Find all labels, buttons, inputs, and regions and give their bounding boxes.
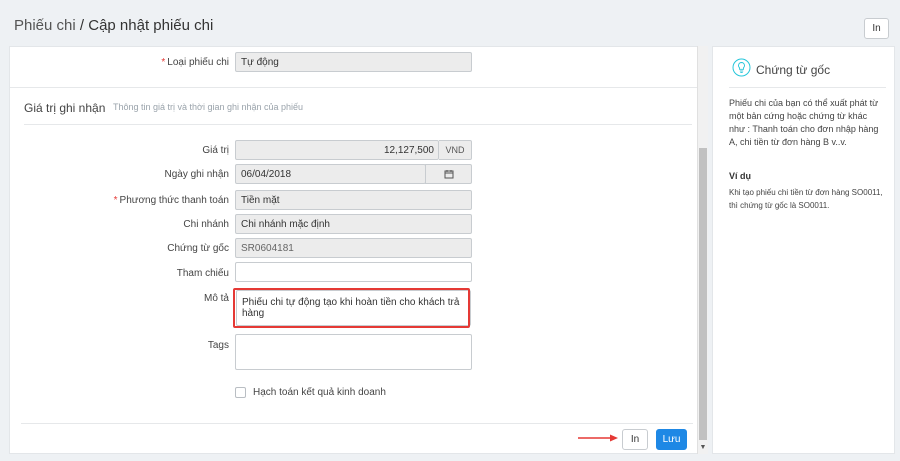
tham-chieu-input[interactable] [235,262,472,282]
arrow-right-icon [578,434,618,442]
ngay-ghi-nhan-field[interactable]: 06/04/2018 [235,164,426,184]
breadcrumb-parent-link[interactable]: Phiếu chi [14,17,76,34]
phuong-thuc-label: * Phương thức thanh toán [113,195,229,206]
ngay-ghi-nhan-label: Ngày ghi nhận [164,169,230,180]
tham-chieu-label: Tham chiếu [176,268,229,279]
hach-toan-label[interactable]: Hạch toán kết quả kinh doanh [253,387,386,398]
footer-divider [21,423,693,424]
currency-unit: VND [439,140,472,160]
lightbulb-icon [732,58,751,77]
gia-tri-field: 12,127,500 [235,140,439,160]
top-print-button[interactable]: In [864,18,889,39]
loai-phieu-chi-label: * Loại phiếu chi [161,57,229,68]
side-divider [729,87,886,88]
example-text: Khi tạo phiếu chi tiền từ đơn hàng SO001… [729,188,883,210]
chung-tu-goc-label: Chứng từ gốc [167,243,229,254]
chi-nhanh-label: Chi nhánh [183,219,229,230]
side-description: Phiếu chi của bạn có thể xuất phát từ mộ… [729,98,879,147]
loai-phieu-chi-field: Tự động [235,52,472,72]
save-button[interactable]: Lưu [656,429,687,450]
page-title: Cập nhật phiếu chi [88,17,214,34]
highlight-annotation-box [233,288,470,328]
bottom-print-button[interactable]: In [622,429,648,450]
section-subtitle: Thông tin giá trị và thời gian ghi nhận … [113,102,304,112]
scroll-down-arrow-icon[interactable]: ▼ [699,444,707,452]
tags-label: Tags [207,340,229,351]
mo-ta-label: Mô tả [203,293,229,304]
chi-nhanh-field[interactable]: Chi nhánh mặc định [235,214,472,234]
top-bar: Phiếu chi / Cập nhật phiếu chi In [0,0,900,46]
example-title: Ví dụ [729,171,751,181]
side-panel-title: Chứng từ gốc [756,63,831,77]
top-divider [10,87,707,88]
calendar-icon [444,170,453,179]
phuong-thuc-field[interactable]: Tiền mặt [235,190,472,210]
chung-tu-goc-field: SR0604181 [235,238,472,258]
gia-tri-label: Giá trị [202,145,229,156]
date-picker-button[interactable] [425,164,472,184]
breadcrumb: Phiếu chi / Cập nhật phiếu chi [14,17,213,34]
main-scrollbar[interactable]: ▼ [697,46,708,454]
hach-toan-checkbox[interactable] [235,387,246,398]
section-divider [24,124,692,125]
help-side-panel: Chứng từ gốc Phiếu chi của bạn có thể xu… [712,46,895,454]
section-title: Giá trị ghi nhận [24,101,106,115]
tags-input[interactable] [235,334,472,370]
breadcrumb-separator: / [75,17,89,34]
scrollbar-thumb[interactable] [699,148,707,440]
